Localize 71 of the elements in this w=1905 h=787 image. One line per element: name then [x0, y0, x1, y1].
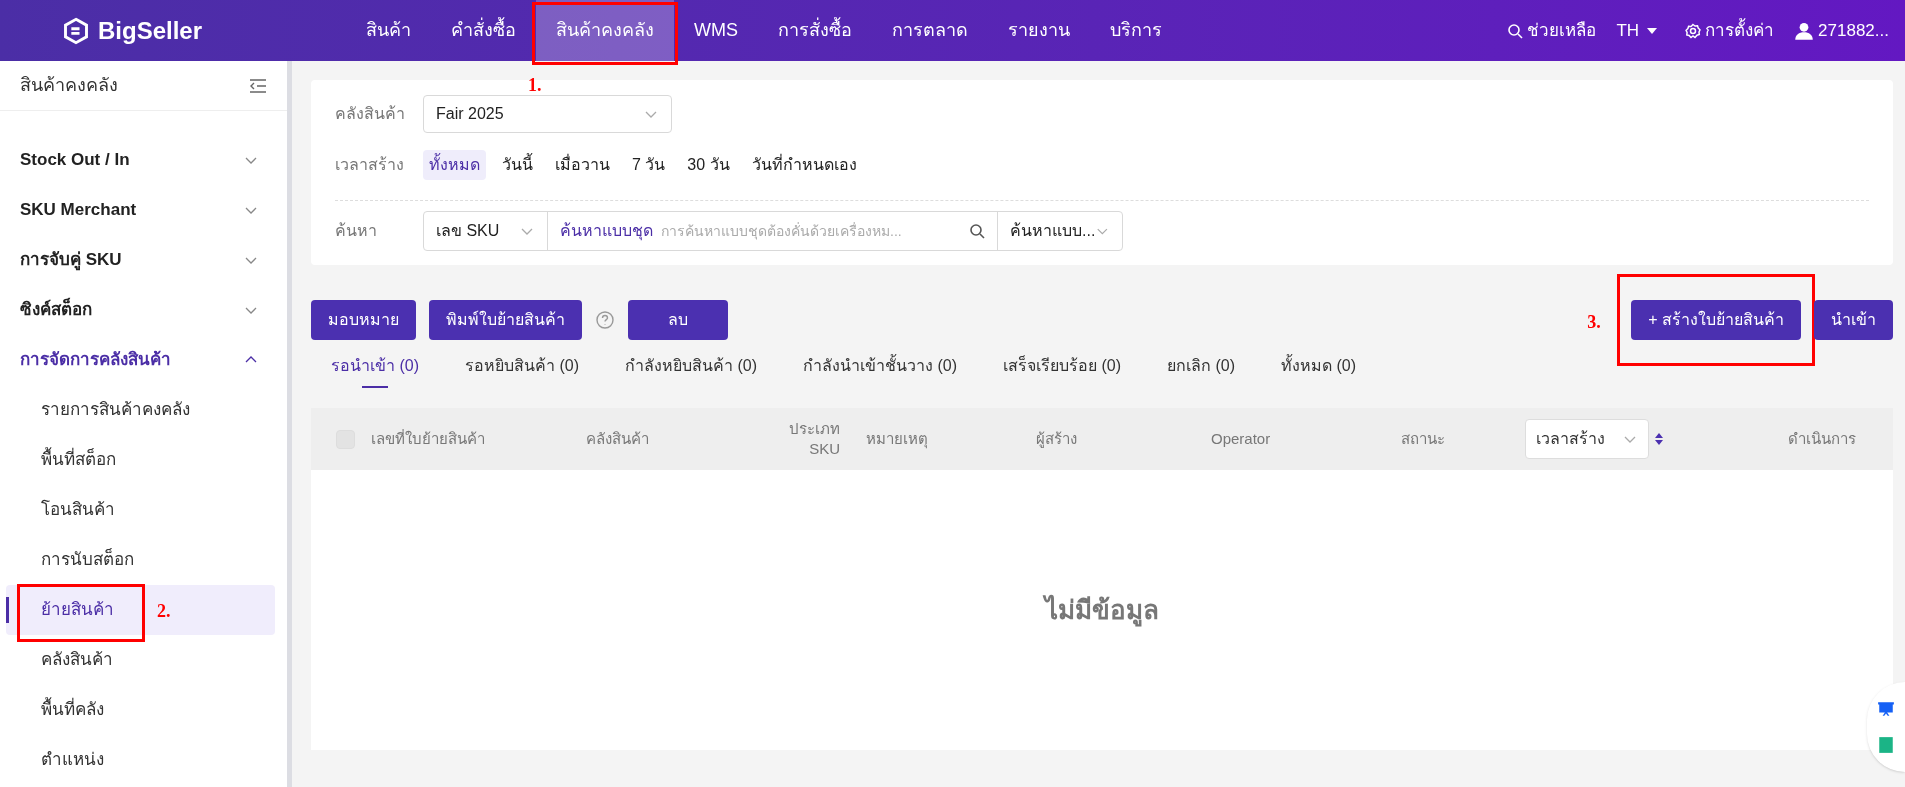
time-filter-option[interactable]: 30 วัน: [681, 150, 736, 180]
nav-link[interactable]: บริการ: [1090, 0, 1182, 61]
column-header: ผู้สร้าง: [1035, 428, 1078, 450]
sort-icon: [1655, 433, 1663, 445]
warehouse-dropdown[interactable]: Fair 2025: [423, 95, 672, 133]
action-button[interactable]: + สร้างใบย้ายสินค้า: [1631, 300, 1801, 340]
nav-link[interactable]: การสั่งซื้อ: [758, 0, 872, 61]
user-icon: [1794, 20, 1815, 41]
status-tab[interactable]: เสร็จเรียบร้อย (0): [1003, 344, 1121, 388]
logo-text: BigSeller: [98, 15, 203, 46]
status-tab[interactable]: รอหยิบสินค้า (0): [465, 344, 579, 388]
book-icon[interactable]: [1877, 736, 1895, 754]
logo-icon: [62, 16, 90, 45]
nav-link[interactable]: สินค้าคงคลัง: [536, 0, 674, 61]
sidebar-title: สินค้าคงคลัง: [20, 74, 118, 97]
settings-icon: [1685, 22, 1702, 39]
time-filter-option[interactable]: 7 วัน: [626, 150, 672, 180]
presentation-board-icon[interactable]: [1877, 700, 1895, 718]
sidebar-item[interactable]: รายการสินค้าคงคลัง: [6, 385, 275, 435]
sort-time-dropdown[interactable]: เวลาสร้าง: [1525, 419, 1649, 459]
sidebar-section[interactable]: Stock Out / In: [0, 135, 287, 185]
time-filter-option[interactable]: วันที่กำหนดเอง: [745, 150, 863, 180]
action-button[interactable]: นำเข้า: [1814, 300, 1893, 340]
filter-label: ค้นหา: [335, 221, 378, 241]
search-icon: [1507, 22, 1524, 39]
caret-down-icon: [1647, 27, 1658, 34]
column-header: คลังสินค้า: [585, 428, 650, 449]
nav-link[interactable]: การตลาด: [872, 0, 988, 61]
status-tab[interactable]: กำลังหยิบสินค้า (0): [625, 344, 757, 388]
time-filter-option[interactable]: ทั้งหมด: [423, 150, 486, 180]
column-header: Operator: [1210, 428, 1272, 449]
status-tab[interactable]: รอนำเข้า (0): [331, 344, 419, 388]
language-selector[interactable]: TH: [1616, 17, 1640, 44]
action-button[interactable]: พิมพ์ใบย้ายสินค้า: [429, 300, 582, 340]
sidebar-section[interactable]: SKU Merchant: [0, 185, 287, 235]
column-header: ประเภท SKU: [788, 419, 841, 459]
status-tab[interactable]: ยกเลิก (0): [1167, 344, 1235, 388]
sidebar-item[interactable]: พื้นที่คลัง: [6, 685, 275, 735]
action-button[interactable]: ลบ: [628, 300, 728, 340]
settings-link[interactable]: การตั้งค่า: [1705, 17, 1775, 44]
annotation-number: 1.: [528, 74, 542, 97]
sidebar-section[interactable]: การจัดการคลังสินค้า: [0, 335, 287, 385]
sidebar-item[interactable]: โอนสินค้า: [6, 485, 275, 535]
sidebar-item[interactable]: ตำแหน่ง: [6, 735, 275, 785]
status-tab[interactable]: กำลังนำเข้าชั้นวาง (0): [803, 344, 957, 388]
nav-link[interactable]: คำสั่งซื้อ: [431, 0, 536, 61]
status-tab[interactable]: ทั้งหมด (0): [1281, 344, 1356, 388]
time-filter-option[interactable]: วันนี้: [496, 150, 539, 180]
nav-link[interactable]: รายงาน: [988, 0, 1090, 61]
column-header: เลขที่ใบย้ายสินค้า: [370, 428, 486, 449]
user-account-link[interactable]: 271882...: [1818, 17, 1889, 44]
sidebar-section[interactable]: ซิงค์สต็อก: [0, 285, 287, 335]
sidebar-item[interactable]: การนับสต็อก: [6, 535, 275, 585]
column-header: สถานะ: [1400, 428, 1446, 449]
annotation-number: 2.: [157, 600, 171, 623]
active-indicator: [6, 597, 9, 623]
sidebar-item[interactable]: พื้นที่สต็อก: [6, 435, 275, 485]
nav-link[interactable]: สินค้า: [346, 0, 431, 61]
nav-link[interactable]: WMS: [674, 0, 758, 61]
column-header: หมายเหตุ: [865, 428, 929, 451]
sidebar-section[interactable]: การจับคู่ SKU: [0, 235, 287, 285]
time-filter-option[interactable]: เมื่อวาน: [549, 150, 616, 180]
help-icon: [595, 310, 615, 330]
filter-label: เวลาสร้าง: [335, 155, 405, 175]
collapse-sidebar-icon: [249, 78, 267, 93]
filter-label: คลังสินค้า: [335, 104, 406, 124]
column-header: ดำเนินการ: [1788, 428, 1856, 449]
help-link[interactable]: ช่วยเหลือ: [1527, 17, 1597, 44]
annotation-number: 3.: [1587, 311, 1601, 334]
sidebar-item[interactable]: คลังสินค้า: [6, 635, 275, 685]
action-button[interactable]: มอบหมาย: [311, 300, 416, 340]
